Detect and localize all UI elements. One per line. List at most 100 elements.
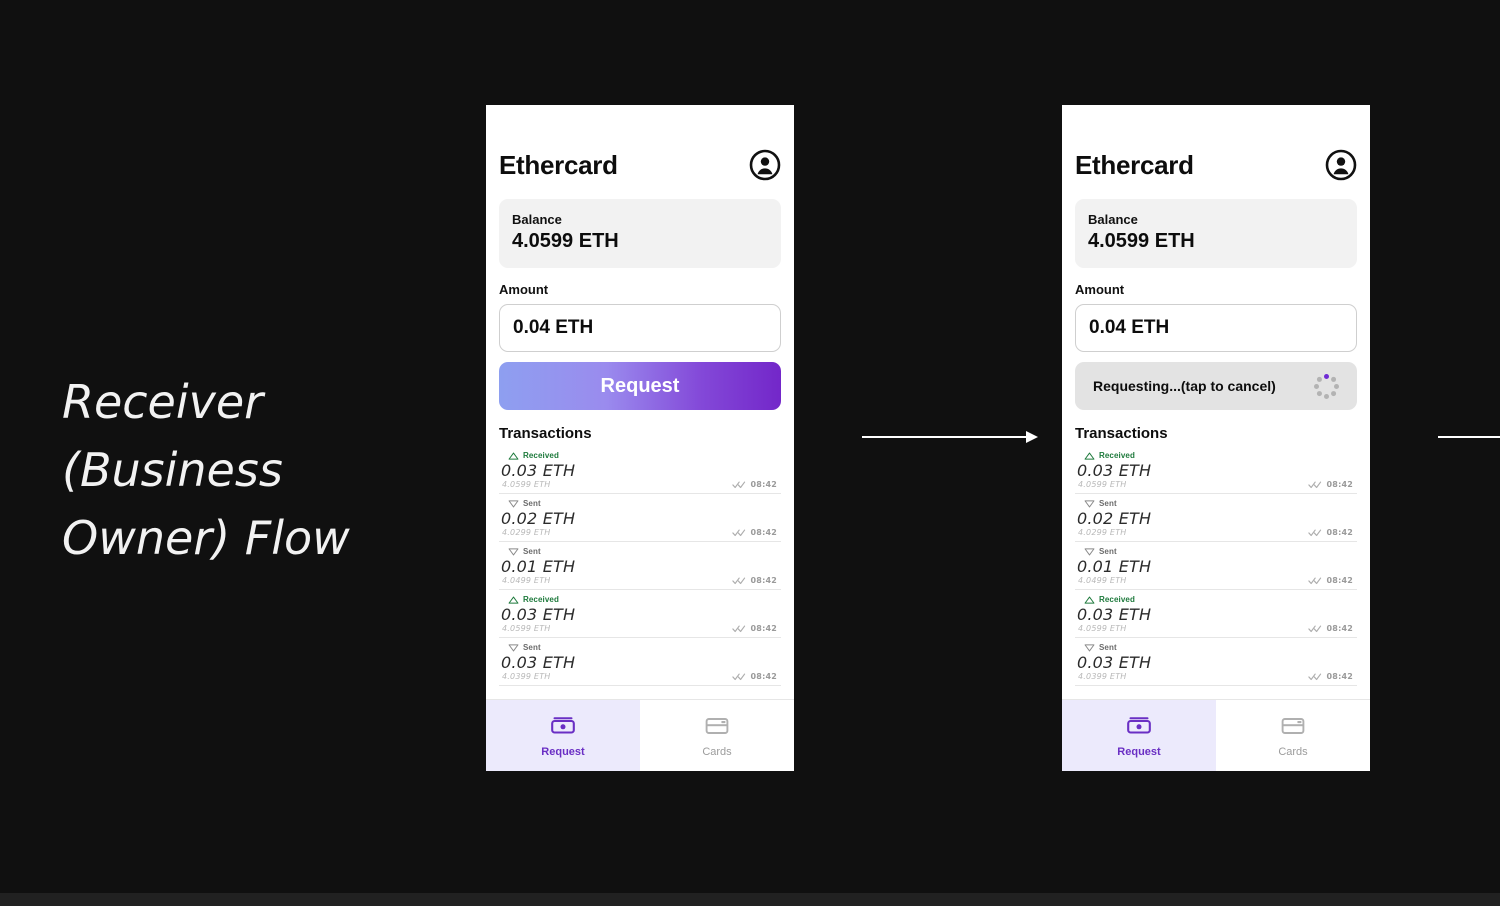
flow-arrow-right-partial <box>1438 431 1500 443</box>
transaction-amount: 0.02 ETH <box>501 509 576 528</box>
requesting-status-label: Requesting...(tap to cancel) <box>1093 378 1276 394</box>
phone-screen-idle: Ethercard Balance 4.0599 ETH Amount 0.04… <box>486 105 794 771</box>
balance-card: Balance 4.0599 ETH <box>499 199 781 268</box>
transaction-time: 08:42 <box>1326 576 1353 585</box>
transaction-footer: 4.0399 ETH 08:42 <box>1075 672 1357 681</box>
transaction-meta: 08:42 <box>1307 528 1357 537</box>
transaction-meta: 08:42 <box>1307 480 1357 489</box>
transaction-kind-label: Received <box>523 595 559 604</box>
app-title: Ethercard <box>1075 149 1194 180</box>
transactions-list[interactable]: Received 0.03 ETH 4.0599 ETH 08:42 Sent 0.02 … <box>1075 446 1357 686</box>
tab-cards[interactable]: Cards <box>640 700 794 771</box>
transaction-row[interactable]: Sent 0.01 ETH 4.0499 ETH 08:42 <box>499 542 781 590</box>
tab-request[interactable]: Request <box>486 700 640 771</box>
transaction-kind: Sent <box>1075 499 1357 508</box>
transaction-meta: 08:42 <box>731 480 781 489</box>
account-circle-icon[interactable] <box>1325 149 1357 181</box>
transaction-kind: Received <box>499 595 781 604</box>
transaction-row[interactable]: Received 0.03 ETH 4.0599 ETH 08:42 <box>499 446 781 494</box>
transaction-row[interactable]: Sent 0.02 ETH 4.0299 ETH 08:42 <box>1075 494 1357 542</box>
tab-label: Cards <box>702 746 732 758</box>
transaction-time: 08:42 <box>1326 528 1353 537</box>
triangle-up-icon <box>1084 452 1095 460</box>
transaction-kind: Sent <box>499 547 781 556</box>
transaction-row[interactable]: Sent 0.02 ETH 4.0299 ETH 08:42 <box>499 494 781 542</box>
triangle-down-icon <box>508 643 519 651</box>
tab-label: Request <box>541 746 585 758</box>
account-circle-icon[interactable] <box>749 149 781 181</box>
transaction-time: 08:42 <box>1326 480 1353 489</box>
transaction-footer: 4.0399 ETH 08:42 <box>499 672 781 681</box>
transaction-row[interactable]: Received 0.03 ETH 4.0599 ETH 08:42 <box>1075 590 1357 638</box>
transaction-footer: 4.0499 ETH 08:42 <box>1075 576 1357 585</box>
transaction-kind-label: Received <box>523 451 559 460</box>
triangle-down-icon <box>1084 547 1095 555</box>
transactions-list[interactable]: Received 0.03 ETH 4.0599 ETH 08:42 Sent 0.02 … <box>499 446 781 686</box>
transaction-kind: Sent <box>1075 547 1357 556</box>
spinner-dot <box>1323 393 1329 399</box>
triangle-up-icon <box>508 596 519 604</box>
transaction-amount: 0.03 ETH <box>1077 461 1152 480</box>
double-check-icon <box>731 529 745 537</box>
banknote-icon <box>551 717 575 734</box>
transaction-meta: 08:42 <box>731 576 781 585</box>
transaction-time: 08:42 <box>750 672 777 681</box>
amount-input[interactable]: 0.04 ETH <box>1075 304 1357 352</box>
transaction-kind-label: Sent <box>523 547 541 556</box>
transaction-running-balance: 4.0399 ETH <box>1078 672 1127 681</box>
transaction-row[interactable]: Sent 0.03 ETH 4.0399 ETH 08:42 <box>1075 638 1357 686</box>
transaction-kind: Received <box>499 451 781 460</box>
banknote-icon <box>1127 717 1151 734</box>
transaction-meta: 08:42 <box>731 528 781 537</box>
double-check-icon <box>731 577 745 585</box>
transaction-meta: 08:42 <box>1307 624 1357 633</box>
app-title: Ethercard <box>499 149 618 180</box>
transaction-meta: 08:42 <box>1307 576 1357 585</box>
transactions-heading: Transactions <box>499 425 592 442</box>
transaction-amount: 0.03 ETH <box>501 605 576 624</box>
transaction-footer: 4.0299 ETH 08:42 <box>499 528 781 537</box>
double-check-icon <box>1307 577 1321 585</box>
app-header: Ethercard <box>1075 105 1357 199</box>
arrow-head <box>1026 431 1038 443</box>
transaction-row[interactable]: Sent 0.03 ETH 4.0399 ETH 08:42 <box>499 638 781 686</box>
transaction-amount: 0.01 ETH <box>1077 557 1152 576</box>
bottom-tab-bar[interactable]: Request Cards <box>486 699 794 771</box>
double-check-icon <box>1307 673 1321 681</box>
triangle-up-icon <box>508 452 519 460</box>
transaction-kind-label: Sent <box>1099 547 1117 556</box>
transaction-time: 08:42 <box>750 576 777 585</box>
balance-label: Balance <box>512 212 562 227</box>
arrow-shaft <box>862 436 1027 438</box>
tab-request[interactable]: Request <box>1062 700 1216 771</box>
transaction-time: 08:42 <box>1326 672 1353 681</box>
triangle-down-icon <box>508 547 519 555</box>
requesting-cancel-button[interactable]: Requesting...(tap to cancel) <box>1075 362 1357 410</box>
bottom-tab-bar[interactable]: Request Cards <box>1062 699 1370 771</box>
transaction-running-balance: 4.0599 ETH <box>1078 624 1127 633</box>
balance-label: Balance <box>1088 212 1138 227</box>
request-button[interactable]: Request <box>499 362 781 410</box>
balance-card: Balance 4.0599 ETH <box>1075 199 1357 268</box>
credit-card-icon <box>705 718 729 734</box>
spinner-dot <box>1316 390 1322 396</box>
spinner-dot <box>1316 376 1322 382</box>
tab-cards[interactable]: Cards <box>1216 700 1370 771</box>
transaction-row[interactable]: Sent 0.01 ETH 4.0499 ETH 08:42 <box>1075 542 1357 590</box>
transaction-running-balance: 4.0599 ETH <box>1078 480 1127 489</box>
transaction-kind: Sent <box>1075 643 1357 652</box>
transaction-amount: 0.01 ETH <box>501 557 576 576</box>
flow-arrow-right <box>862 431 1038 443</box>
transaction-kind-label: Sent <box>523 643 541 652</box>
transaction-kind: Sent <box>499 643 781 652</box>
balance-value: 4.0599 ETH <box>512 230 619 252</box>
transaction-running-balance: 4.0299 ETH <box>502 528 551 537</box>
transaction-kind-label: Sent <box>523 499 541 508</box>
transaction-kind: Received <box>1075 595 1357 604</box>
transaction-row[interactable]: Received 0.03 ETH 4.0599 ETH 08:42 <box>499 590 781 638</box>
transaction-kind-label: Received <box>1099 451 1135 460</box>
amount-input[interactable]: 0.04 ETH <box>499 304 781 352</box>
credit-card-icon <box>1281 718 1305 734</box>
triangle-down-icon <box>1084 499 1095 507</box>
transaction-row[interactable]: Received 0.03 ETH 4.0599 ETH 08:42 <box>1075 446 1357 494</box>
